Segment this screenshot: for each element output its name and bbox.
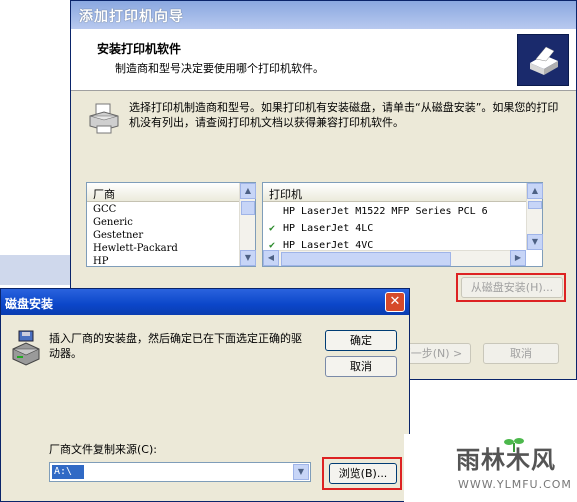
scroll-thumb[interactable] bbox=[241, 201, 255, 215]
manufacturer-items: GCC Generic Gestetner Hewlett-Packard HP bbox=[87, 203, 239, 268]
instruction-text: 选择打印机制造商和型号。如果打印机有安装磁盘，请单击“从磁盘安装”。如果您的打印… bbox=[129, 101, 559, 129]
header-subtitle: 制造商和型号决定要使用哪个打印机软件。 bbox=[115, 62, 324, 75]
wizard-header: 安装打印机软件 制造商和型号决定要使用哪个打印机软件。 bbox=[71, 29, 576, 91]
list-item[interactable]: HP bbox=[87, 255, 239, 268]
close-icon[interactable]: ✕ bbox=[385, 292, 405, 312]
printer-hscrollbar[interactable]: ◀ ▶ bbox=[263, 250, 526, 266]
list-item[interactable]: Generic bbox=[87, 216, 239, 229]
printer-items: HP LaserJet M1522 MFP Series PCL 6 ✔ HP La… bbox=[263, 203, 526, 251]
printer-list-header: 打印机 bbox=[263, 183, 542, 202]
list-item[interactable]: ✔ HP LaserJet 4LC bbox=[263, 220, 526, 237]
printer-wizard-icon bbox=[517, 34, 569, 86]
scroll-up-arrow-icon[interactable]: ▲ bbox=[527, 183, 543, 199]
scroll-right-arrow-icon[interactable]: ▶ bbox=[510, 250, 526, 266]
list-item[interactable]: Gestetner bbox=[87, 229, 239, 242]
list-item[interactable]: HP LaserJet M1522 MFP Series PCL 6 bbox=[263, 203, 526, 220]
manufacturer-list-header: 厂商 bbox=[87, 183, 255, 202]
scroll-down-arrow-icon[interactable]: ▼ bbox=[240, 250, 256, 266]
watermark-logo: 雨林木风 WWW.YLMFU.COM bbox=[446, 434, 577, 502]
printer-name: HP LaserJet 4LC bbox=[283, 223, 374, 234]
install-from-disk-dialog: 磁盘安装 ✕ 插入厂商的安装盘，然后确定已在下面选定正确的驱动器。 确定 取消 … bbox=[0, 288, 410, 502]
disk-cancel-button[interactable]: 取消 bbox=[325, 356, 397, 377]
scroll-thumb[interactable] bbox=[528, 201, 542, 209]
watermark-url: WWW.YLMFU.COM bbox=[458, 478, 572, 491]
highlight-box bbox=[322, 457, 402, 490]
scroll-left-arrow-icon[interactable]: ◀ bbox=[263, 250, 279, 266]
source-path-combobox[interactable]: A:\ ▼ bbox=[49, 462, 311, 482]
disk-instruction-text: 插入厂商的安装盘，然后确定已在下面选定正确的驱动器。 bbox=[49, 332, 302, 360]
printer-name: HP LaserJet M1522 MFP Series PCL 6 bbox=[283, 206, 488, 217]
floppy-drive-icon bbox=[11, 329, 41, 372]
scroll-thumb[interactable] bbox=[281, 252, 451, 266]
highlight-box bbox=[456, 273, 566, 302]
header-title: 安装打印机软件 bbox=[97, 42, 182, 56]
list-item[interactable]: GCC bbox=[87, 203, 239, 216]
watermark-brand: 雨林木风 bbox=[456, 446, 556, 474]
watermark-fade bbox=[404, 434, 446, 502]
list-item[interactable]: Hewlett-Packard bbox=[87, 242, 239, 255]
manufacturer-list[interactable]: 厂商 GCC Generic Gestetner Hewlett-Packard HP … bbox=[86, 182, 256, 267]
wizard-title: 添加打印机向导 bbox=[71, 1, 576, 29]
ok-button[interactable]: 确定 bbox=[325, 330, 397, 351]
printer-list[interactable]: 打印机 HP LaserJet M1522 MFP Series PCL 6 ✔ H… bbox=[262, 182, 543, 267]
signed-driver-icon: ✔ bbox=[269, 223, 276, 234]
disk-dialog-title: 磁盘安装 bbox=[1, 289, 409, 315]
manufacturer-scrollbar[interactable]: ▲ ▼ bbox=[239, 183, 256, 266]
scroll-down-arrow-icon[interactable]: ▼ bbox=[527, 234, 543, 250]
wizard-cancel-button[interactable]: 取消 bbox=[483, 343, 559, 364]
scroll-up-arrow-icon[interactable]: ▲ bbox=[240, 183, 256, 199]
source-path-value[interactable]: A:\ bbox=[52, 465, 84, 479]
printer-icon bbox=[87, 102, 121, 139]
chevron-down-icon[interactable]: ▼ bbox=[293, 464, 309, 480]
printer-vscrollbar[interactable]: ▲ ▼ bbox=[526, 183, 543, 250]
source-label: 厂商文件复制来源(C): bbox=[49, 443, 157, 456]
